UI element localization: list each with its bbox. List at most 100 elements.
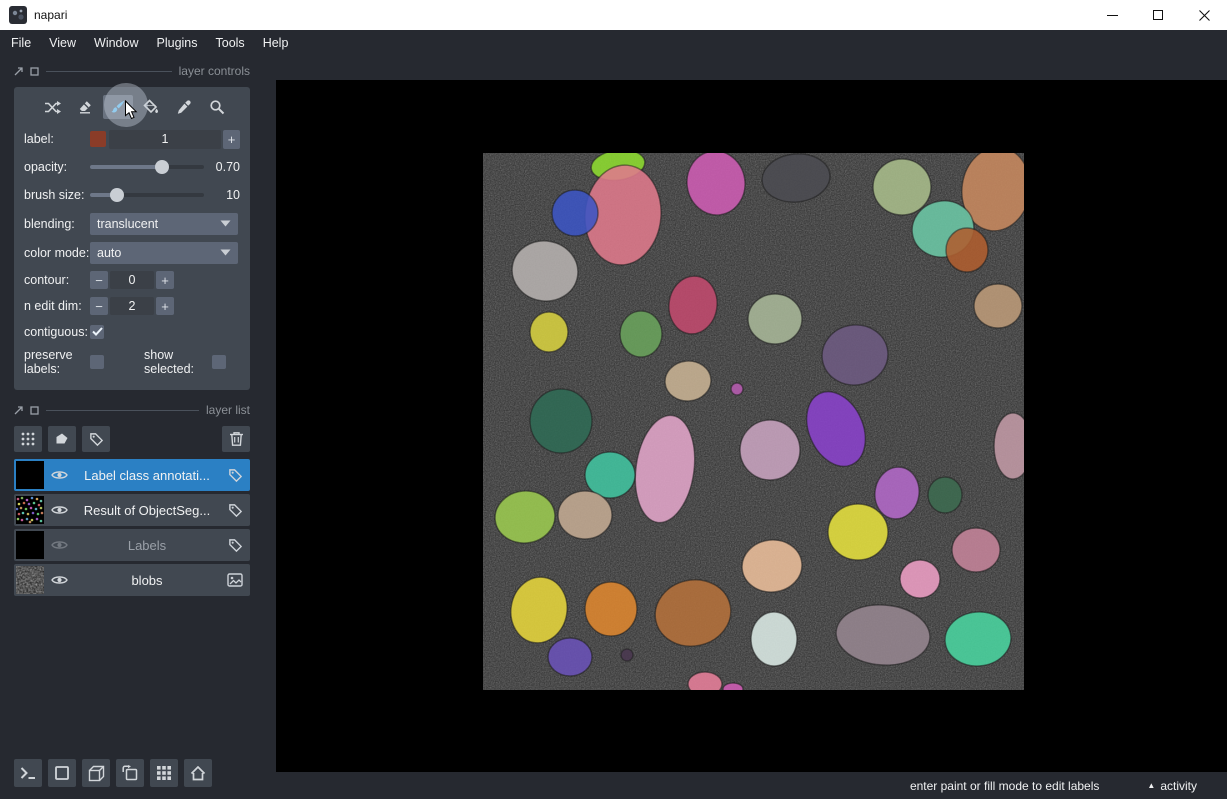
viewer-area: enter paint or fill mode to edit labels …: [276, 55, 1227, 799]
menu-tools[interactable]: Tools: [207, 33, 254, 53]
menu-window[interactable]: Window: [85, 33, 147, 53]
console-button[interactable]: [14, 759, 42, 787]
show-selected-label: show selected:: [144, 348, 206, 377]
color-picker-tool-button[interactable]: [169, 95, 199, 119]
contiguous-label: contiguous:: [24, 325, 90, 339]
menu-plugins[interactable]: Plugins: [148, 33, 207, 53]
zoom-tool-button[interactable]: [202, 95, 232, 119]
menu-view[interactable]: View: [40, 33, 85, 53]
window-title: napari: [34, 8, 67, 22]
new-labels-layer-button[interactable]: [82, 426, 110, 452]
window-titlebar: napari: [0, 0, 1227, 30]
preserve-labels-checkbox[interactable]: [90, 355, 104, 369]
home-button[interactable]: [184, 759, 212, 787]
show-selected-checkbox[interactable]: [212, 355, 226, 369]
layer-row-label-class-annotati[interactable]: Label class annotati...: [14, 459, 250, 491]
n-edit-dim-row: n edit dim: − 2 +: [22, 293, 242, 319]
delete-layer-button[interactable]: [222, 426, 250, 452]
picker-icon: [176, 99, 192, 115]
layer-name: blobs: [70, 573, 224, 588]
dock-hide-icon[interactable]: [30, 406, 39, 415]
n-edit-dim-decrease-button[interactable]: −: [90, 297, 108, 315]
layer-row-labels[interactable]: Labels: [14, 529, 250, 561]
paintbrush-tool-button[interactable]: [103, 95, 133, 119]
layer-row-blobs[interactable]: blobs: [14, 564, 250, 596]
fill-bucket-tool-button[interactable]: [136, 95, 166, 119]
color-mode-row: color mode: auto: [22, 238, 242, 267]
layer-list: Label class annotati... Result of ObjectS…: [14, 459, 250, 596]
dock-float-icon[interactable]: [14, 67, 23, 76]
bucket-icon: [143, 99, 159, 115]
layer-row-result-of-objectseg[interactable]: Result of ObjectSeg...: [14, 494, 250, 526]
contour-increase-button[interactable]: +: [156, 271, 174, 289]
eraser-icon: [77, 99, 93, 115]
contour-decrease-button[interactable]: −: [90, 271, 108, 289]
window-controls: [1089, 0, 1227, 30]
layer-thumbnail: [16, 531, 44, 559]
dock-hide-icon[interactable]: [30, 67, 39, 76]
opacity-slider-handle[interactable]: [155, 160, 169, 174]
menu-help[interactable]: Help: [254, 33, 298, 53]
roll-dimensions-button[interactable]: [82, 759, 110, 787]
brush-size-row: brush size: 10: [22, 181, 242, 209]
tag-icon: [224, 538, 246, 553]
blending-dropdown[interactable]: translucent: [90, 213, 238, 235]
shuffle-colors-tool-button[interactable]: [37, 95, 67, 119]
n-edit-dim-label: n edit dim:: [24, 299, 90, 313]
contiguous-checkbox[interactable]: [90, 325, 104, 339]
header-divider: [46, 410, 199, 411]
dock-float-icon[interactable]: [14, 406, 23, 415]
brush-size-slider[interactable]: [90, 187, 204, 203]
visibility-eye-icon[interactable]: [48, 539, 70, 551]
contour-label: contour:: [24, 273, 90, 287]
image-icon: [224, 573, 246, 587]
opacity-slider[interactable]: [90, 159, 204, 175]
toggle-ndisplay-button[interactable]: [48, 759, 76, 787]
viewer-canvas[interactable]: [276, 80, 1227, 772]
activity-toggle-button[interactable]: ▲ activity: [1147, 779, 1197, 793]
layer-controls-header: layer controls: [0, 59, 276, 83]
new-shapes-layer-button[interactable]: [48, 426, 76, 452]
layer-thumbnail: [16, 566, 44, 594]
contiguous-row: contiguous:: [22, 319, 242, 344]
check-icon: [92, 327, 103, 336]
label-increase-button[interactable]: +: [223, 130, 240, 149]
color-mode-dropdown[interactable]: auto: [90, 242, 238, 264]
tag-icon: [224, 468, 246, 483]
minimize-button[interactable]: [1089, 0, 1135, 30]
visibility-eye-icon[interactable]: [48, 504, 70, 516]
brush-size-slider-handle[interactable]: [110, 188, 124, 202]
visibility-eye-icon[interactable]: [48, 469, 70, 481]
brush-icon: [110, 99, 126, 115]
menu-file[interactable]: File: [2, 33, 40, 53]
napari-logo-icon: [9, 6, 27, 24]
maximize-button[interactable]: [1135, 0, 1181, 30]
opacity-value: 0.70: [212, 160, 240, 174]
label-row: label: 1 +: [22, 125, 242, 153]
blending-label: blending:: [24, 217, 90, 231]
color-mode-selected-value: auto: [97, 246, 121, 260]
blending-row: blending: translucent: [22, 209, 242, 238]
label-color-swatch[interactable]: [90, 131, 106, 147]
contour-value-input[interactable]: 0: [110, 271, 154, 289]
layer-thumbnail: [16, 496, 44, 524]
layer-name: Label class annotati...: [70, 468, 224, 483]
tag-icon: [89, 432, 104, 447]
new-points-layer-button[interactable]: [14, 426, 42, 452]
home-icon: [190, 766, 206, 781]
status-message: enter paint or fill mode to edit labels: [910, 779, 1099, 793]
square-icon: [54, 765, 70, 781]
chevron-down-icon: [220, 220, 231, 227]
tool-row: [22, 95, 242, 119]
layer-name: Labels: [70, 538, 224, 553]
n-edit-dim-value-input[interactable]: 2: [110, 297, 154, 315]
grid-view-button[interactable]: [150, 759, 178, 787]
label-value-input[interactable]: 1: [109, 130, 221, 149]
transpose-dimensions-button[interactable]: [116, 759, 144, 787]
close-button[interactable]: [1181, 0, 1227, 30]
n-edit-dim-increase-button[interactable]: +: [156, 297, 174, 315]
eraser-tool-button[interactable]: [70, 95, 100, 119]
layer-controls-title: layer controls: [179, 64, 250, 78]
layer-list-title: layer list: [206, 403, 250, 417]
visibility-eye-icon[interactable]: [48, 574, 70, 586]
